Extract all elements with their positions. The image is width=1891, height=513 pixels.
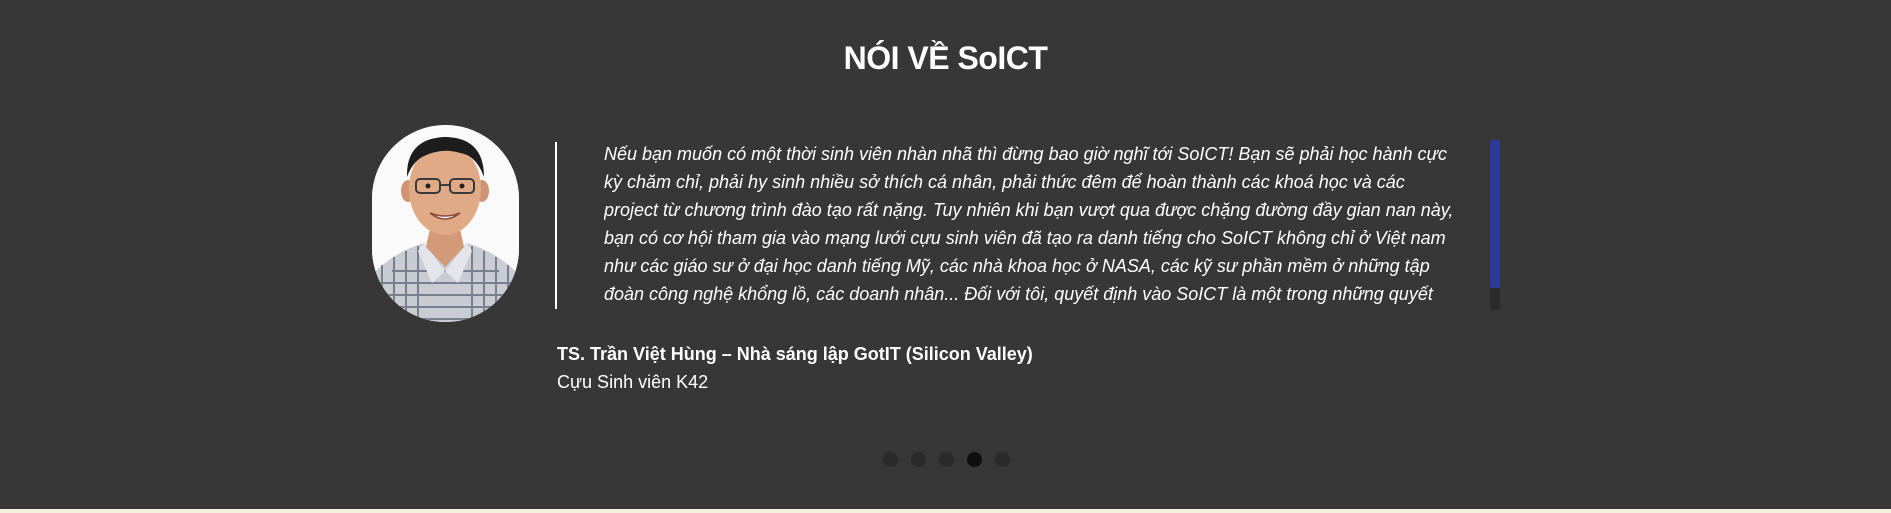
carousel-dot-4[interactable]: [967, 452, 982, 467]
carousel-pagination: [0, 452, 1891, 467]
quote-scrollbar-thumb[interactable]: [1490, 140, 1500, 288]
carousel-dot-1[interactable]: [883, 452, 898, 467]
carousel-dot-5[interactable]: [995, 452, 1010, 467]
avatar: [372, 125, 519, 322]
quote-scroll-area[interactable]: Nếu bạn muốn có một thời sinh viên nhàn …: [604, 140, 1456, 310]
carousel-dot-3[interactable]: [939, 452, 954, 467]
author-role: Cựu Sinh viên K42: [557, 372, 709, 392]
carousel-dot-2[interactable]: [911, 452, 926, 467]
author-name: TS. Trần Việt Hùng – Nhà sáng lập GotIT …: [557, 344, 1033, 364]
testimonials-section: NÓI VỀ SoICT Nếu bạn muốn có một thời si…: [0, 0, 1891, 509]
section-bottom-border: [0, 509, 1891, 513]
portrait-image: [372, 125, 519, 322]
testimonial-quote: Nếu bạn muốn có một thời sinh viên nhàn …: [604, 144, 1454, 304]
section-title: NÓI VỀ SoICT: [843, 40, 1048, 76]
quote-divider: [555, 142, 557, 309]
